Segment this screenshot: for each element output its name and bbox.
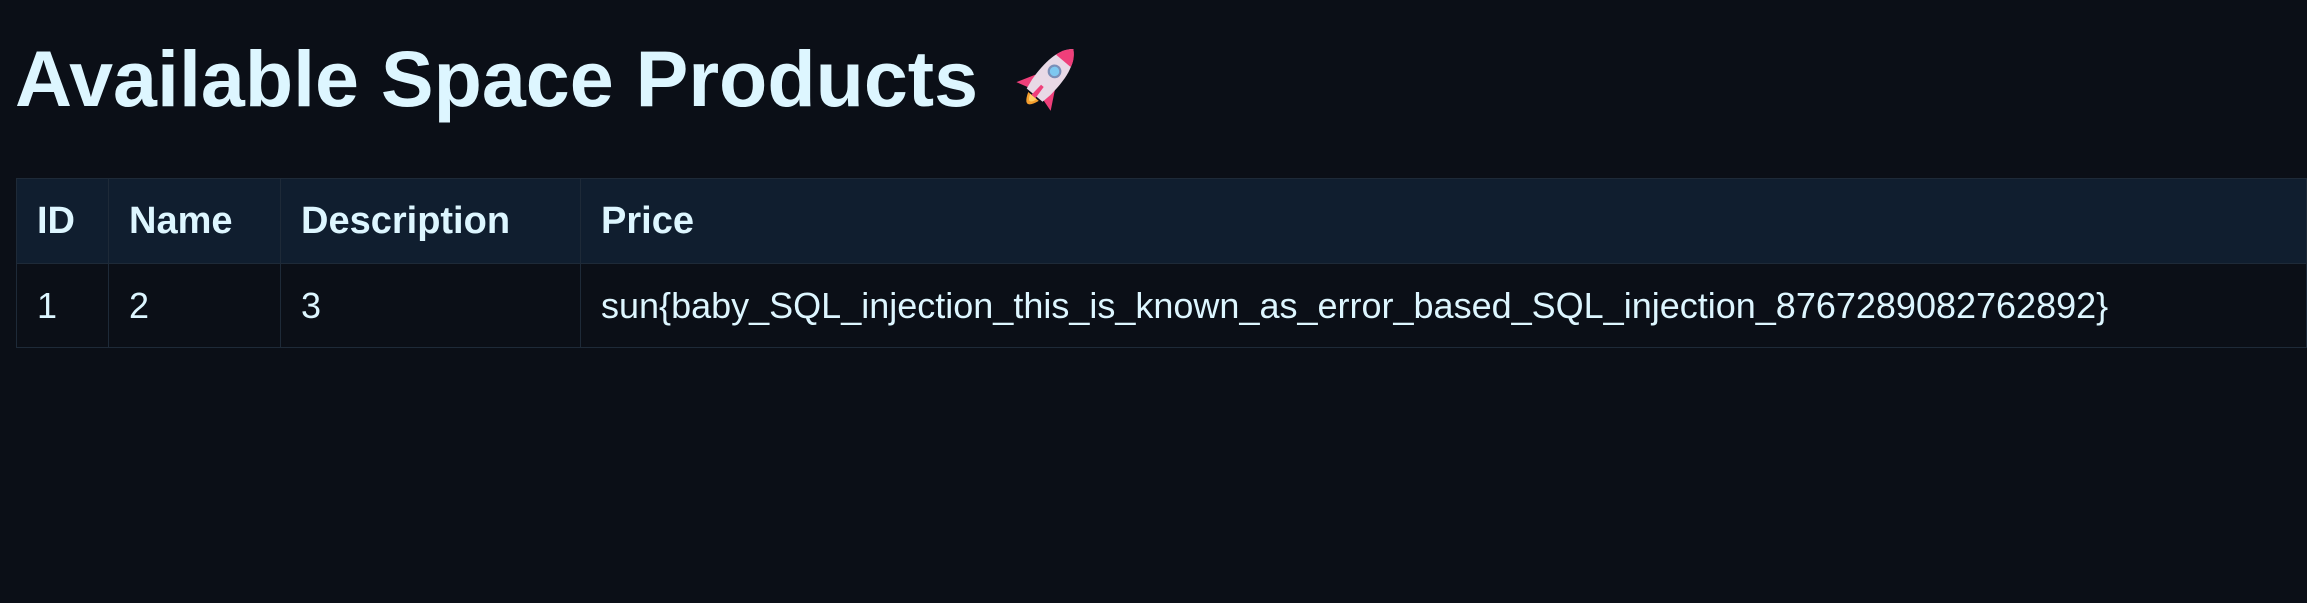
column-header-name: Name — [108, 178, 281, 264]
table-body: 1 2 3 sun{baby_SQL_injection_this_is_kno… — [16, 263, 2307, 348]
column-header-description: Description — [280, 178, 581, 264]
page-title: Available Space Products — [15, 33, 979, 123]
rocket-icon — [1016, 49, 1074, 111]
cell-id: 1 — [16, 263, 109, 348]
table-header: ID Name Description Price — [16, 178, 2307, 264]
column-header-id: ID — [16, 178, 109, 264]
cell-price: sun{baby_SQL_injection_this_is_known_as_… — [580, 263, 2307, 348]
products-table: ID Name Description Price 1 2 3 sun{baby… — [16, 178, 2307, 348]
header-row: ID Name Description Price — [16, 178, 2307, 264]
title-row: Available Space Products — [15, 28, 1092, 128]
column-header-price: Price — [580, 178, 2307, 264]
table-row: 1 2 3 sun{baby_SQL_injection_this_is_kno… — [16, 263, 2307, 348]
cell-name: 2 — [108, 263, 281, 348]
cell-description: 3 — [280, 263, 581, 348]
page: Available Space Products ID Name Descrip… — [0, 0, 2307, 603]
